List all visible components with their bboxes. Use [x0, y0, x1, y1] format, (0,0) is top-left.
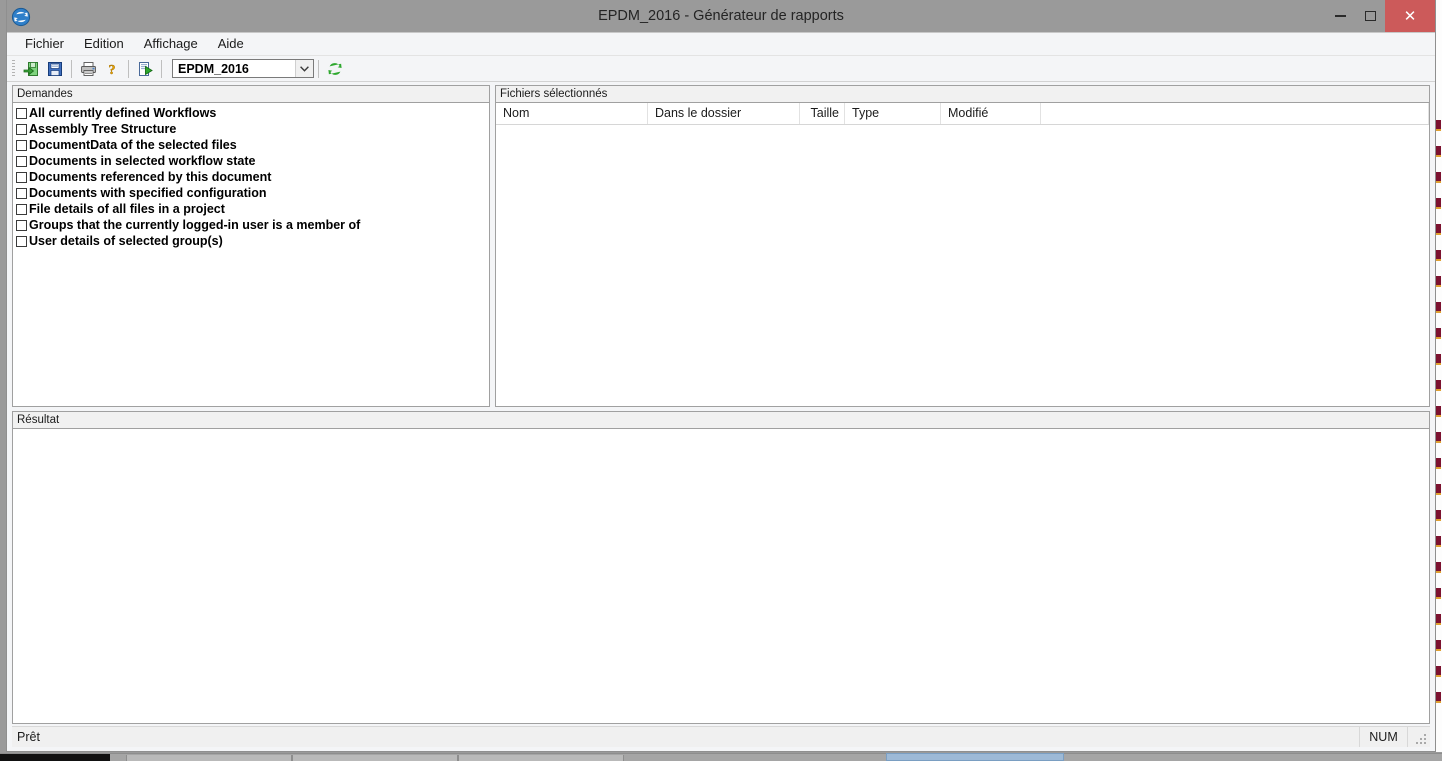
run-report-button[interactable]	[134, 58, 156, 79]
requests-pane-body[interactable]: All currently defined Workflows Assembly …	[13, 103, 489, 406]
request-label: User details of selected group(s)	[29, 233, 223, 248]
column-header-dans-le-dossier[interactable]: Dans le dossier	[648, 103, 800, 124]
result-pane-container: Résultat	[7, 407, 1435, 726]
minimize-button[interactable]	[1325, 0, 1355, 32]
status-badge-num: NUM	[1360, 727, 1408, 747]
checkbox-icon[interactable]	[16, 171, 27, 183]
toolbar: ? EPDM_2016	[7, 56, 1435, 82]
request-label: Assembly Tree Structure	[29, 121, 177, 136]
window-title: EPDM_2016 - Générateur de rapports	[598, 8, 844, 24]
toolbar-separator	[318, 59, 319, 78]
checkbox-icon[interactable]	[16, 139, 27, 151]
checkbox-icon[interactable]	[16, 123, 27, 135]
taskbar-item-active[interactable]	[886, 753, 1064, 761]
menu-item-edition[interactable]: Edition	[74, 34, 134, 54]
column-header-filler	[1041, 103, 1429, 124]
request-checkbox-row[interactable]: DocumentData of the selected files	[15, 137, 489, 153]
request-checkbox-row[interactable]: Documents in selected workflow state	[15, 153, 489, 169]
svg-text:?: ?	[109, 63, 116, 77]
checkbox-icon[interactable]	[16, 107, 27, 119]
taskbar-item[interactable]	[126, 755, 292, 761]
request-label: File details of all files in a project	[29, 201, 225, 216]
menu-bar: Fichier Edition Affichage Aide	[7, 33, 1435, 56]
client-area: Fichier Edition Affichage Aide ? EPDM_20…	[7, 32, 1435, 751]
maximize-icon	[1364, 11, 1376, 21]
column-header-type[interactable]: Type	[845, 103, 941, 124]
refresh-green-arrows-icon	[328, 62, 342, 75]
menu-item-aide[interactable]: Aide	[208, 34, 254, 54]
request-checkbox-row[interactable]: Documents referenced by this document	[15, 169, 489, 185]
request-label: Groups that the currently logged-in user…	[29, 217, 361, 232]
taskbar-start-region[interactable]	[0, 754, 110, 761]
open-folder-green-arrow-icon	[23, 61, 38, 76]
run-green-play-icon	[138, 61, 153, 76]
request-label: Documents with specified configuration	[29, 185, 267, 200]
taskbar-clock[interactable]	[1336, 755, 1400, 761]
request-checkbox-row[interactable]: File details of all files in a project	[15, 201, 489, 217]
checkbox-icon[interactable]	[16, 155, 27, 167]
checkbox-icon[interactable]	[16, 187, 27, 199]
request-label: Documents referenced by this document	[29, 169, 272, 184]
toolbar-grip[interactable]	[12, 60, 15, 77]
chevron-down-icon[interactable]	[295, 60, 313, 77]
vault-select-value: EPDM_2016	[178, 61, 249, 76]
requests-pane: Demandes All currently defined Workflows…	[12, 85, 490, 407]
vault-select[interactable]: EPDM_2016	[172, 59, 314, 78]
request-checkbox-row[interactable]: Assembly Tree Structure	[15, 121, 489, 137]
column-header-modifi-[interactable]: Modifié	[941, 103, 1041, 124]
selected-files-column-header[interactable]: Nom Dans le dossier Taille Type Modifié	[496, 103, 1429, 125]
request-label: DocumentData of the selected files	[29, 137, 237, 152]
checkbox-icon[interactable]	[16, 219, 27, 231]
result-pane-caption: Résultat	[13, 412, 1429, 429]
selected-files-pane: Fichiers sélectionnés Nom Dans le dossier…	[495, 85, 1430, 407]
request-label: Documents in selected workflow state	[29, 153, 256, 168]
status-message: Prêt	[12, 727, 1360, 747]
request-checkbox-row[interactable]: All currently defined Workflows	[15, 105, 489, 121]
save-button[interactable]	[44, 58, 66, 79]
requests-checkbox-list: All currently defined Workflows Assembly …	[13, 103, 489, 249]
question-mark-help-icon: ?	[108, 62, 116, 77]
taskbar-item[interactable]	[292, 755, 458, 761]
checkbox-icon[interactable]	[16, 235, 27, 247]
selected-files-pane-body[interactable]: Nom Dans le dossier Taille Type Modifié	[496, 103, 1429, 406]
close-button[interactable]: ✕	[1385, 0, 1435, 32]
print-button[interactable]	[77, 58, 99, 79]
floppy-disk-save-icon	[48, 61, 62, 76]
refresh-button[interactable]	[324, 58, 346, 79]
panes-container: Demandes All currently defined Workflows…	[7, 82, 1435, 407]
taskbar[interactable]	[0, 753, 1442, 761]
request-label: All currently defined Workflows	[29, 105, 217, 120]
request-checkbox-row[interactable]: User details of selected group(s)	[15, 233, 489, 249]
result-pane-body[interactable]	[13, 429, 1429, 723]
column-header-nom[interactable]: Nom	[496, 103, 648, 124]
taskbar-item[interactable]	[458, 755, 624, 761]
requests-pane-caption: Demandes	[13, 86, 489, 103]
request-checkbox-row[interactable]: Groups that the currently logged-in user…	[15, 217, 489, 233]
menu-item-fichier[interactable]: Fichier	[15, 34, 74, 54]
toolbar-separator	[128, 59, 129, 78]
help-button[interactable]: ?	[101, 58, 123, 79]
refresh-circular-arrows-icon[interactable]	[11, 7, 31, 27]
resize-grip-icon[interactable]	[1408, 727, 1430, 747]
minimize-icon	[1334, 15, 1346, 17]
window-controls: ✕	[1325, 0, 1435, 32]
menu-item-affichage[interactable]: Affichage	[134, 34, 208, 54]
result-pane: Résultat	[12, 411, 1430, 724]
toolbar-separator	[71, 59, 72, 78]
toolbar-separator	[161, 59, 162, 78]
open-report-button[interactable]	[20, 58, 42, 79]
title-bar[interactable]: EPDM_2016 - Générateur de rapports ✕	[7, 0, 1435, 32]
printer-icon	[80, 61, 96, 76]
request-checkbox-row[interactable]: Documents with specified configuration	[15, 185, 489, 201]
application-window: EPDM_2016 - Générateur de rapports ✕ Fic…	[6, 0, 1436, 752]
maximize-button[interactable]	[1355, 0, 1385, 32]
selected-files-pane-caption: Fichiers sélectionnés	[496, 86, 1429, 103]
checkbox-icon[interactable]	[16, 203, 27, 215]
close-icon: ✕	[1403, 6, 1417, 25]
status-bar: Prêt NUM	[12, 726, 1430, 747]
column-header-taille[interactable]: Taille	[800, 103, 845, 124]
